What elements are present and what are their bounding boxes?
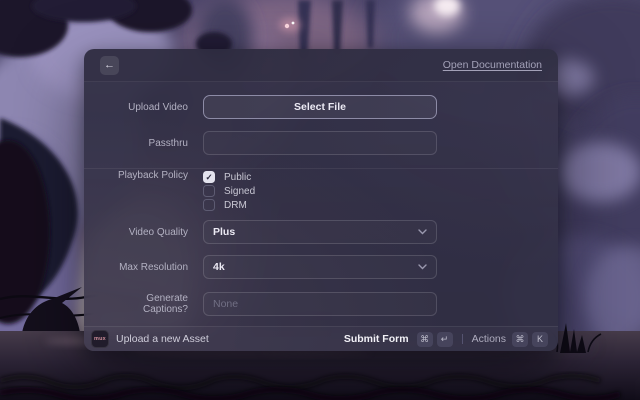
- passthru-label: Passthru: [100, 138, 188, 149]
- section-divider: [84, 168, 558, 169]
- playback-policy-row: Playback Policy ✓ Public Signed DRM: [100, 170, 437, 212]
- passthru-row: Passthru: [100, 131, 437, 155]
- checkbox-icon[interactable]: [203, 199, 215, 211]
- video-quality-label: Video Quality: [100, 227, 188, 238]
- submit-form-button[interactable]: Submit Form ⌘ ↵: [344, 332, 453, 347]
- enter-key-icon: ↵: [437, 332, 453, 347]
- video-quality-select[interactable]: Plus: [203, 220, 437, 244]
- upload-video-row: Upload Video Select File: [100, 95, 437, 119]
- video-quality-value: Plus: [213, 226, 235, 238]
- checkbox-label: Signed: [224, 186, 255, 197]
- checkbox-icon[interactable]: ✓: [203, 171, 215, 183]
- generate-captions-input[interactable]: [203, 292, 437, 316]
- dialog-header: ← Open Documentation: [84, 49, 558, 82]
- mux-logo-icon: mux: [91, 330, 109, 348]
- checkbox-drm[interactable]: DRM: [203, 198, 437, 212]
- command-key-icon: ⌘: [512, 332, 528, 347]
- actions-button[interactable]: Actions ⌘ K: [472, 332, 548, 347]
- checkbox-public[interactable]: ✓ Public: [203, 170, 437, 184]
- select-file-button[interactable]: Select File: [203, 95, 437, 119]
- back-arrow-icon: ←: [104, 59, 115, 71]
- back-button[interactable]: ←: [100, 56, 119, 75]
- open-documentation-link[interactable]: Open Documentation: [443, 59, 542, 71]
- playback-policy-label: Playback Policy: [100, 170, 188, 181]
- generate-captions-label: Generate Captions?: [100, 293, 188, 315]
- submit-form-label: Submit Form: [344, 333, 409, 345]
- command-key-icon: ⌘: [417, 332, 433, 347]
- video-quality-row: Video Quality Plus: [100, 220, 437, 244]
- max-resolution-value: 4k: [213, 261, 225, 273]
- checkbox-signed[interactable]: Signed: [203, 184, 437, 198]
- dialog-title: Upload a new Asset: [116, 333, 209, 345]
- upload-asset-dialog: ← Open Documentation Upload Video Select…: [84, 49, 558, 351]
- passthru-input[interactable]: [203, 131, 437, 155]
- dialog-footer: mux Upload a new Asset Submit Form ⌘ ↵ A…: [84, 326, 558, 351]
- upload-video-label: Upload Video: [100, 102, 188, 113]
- screen: ← Open Documentation Upload Video Select…: [0, 0, 640, 400]
- check-icon: ✓: [205, 173, 212, 182]
- checkbox-icon[interactable]: [203, 185, 215, 197]
- footer-divider: [462, 334, 463, 344]
- chevron-down-icon: [418, 229, 427, 235]
- mux-logo-text: mux: [94, 336, 106, 342]
- chevron-down-icon: [418, 264, 427, 270]
- checkbox-label: DRM: [224, 200, 247, 211]
- max-resolution-select[interactable]: 4k: [203, 255, 437, 279]
- k-key-icon: K: [532, 332, 548, 347]
- max-resolution-row: Max Resolution 4k: [100, 255, 437, 279]
- checkbox-label: Public: [224, 172, 251, 183]
- generate-captions-row: Generate Captions?: [100, 292, 437, 316]
- max-resolution-label: Max Resolution: [100, 262, 188, 273]
- actions-label: Actions: [472, 333, 506, 345]
